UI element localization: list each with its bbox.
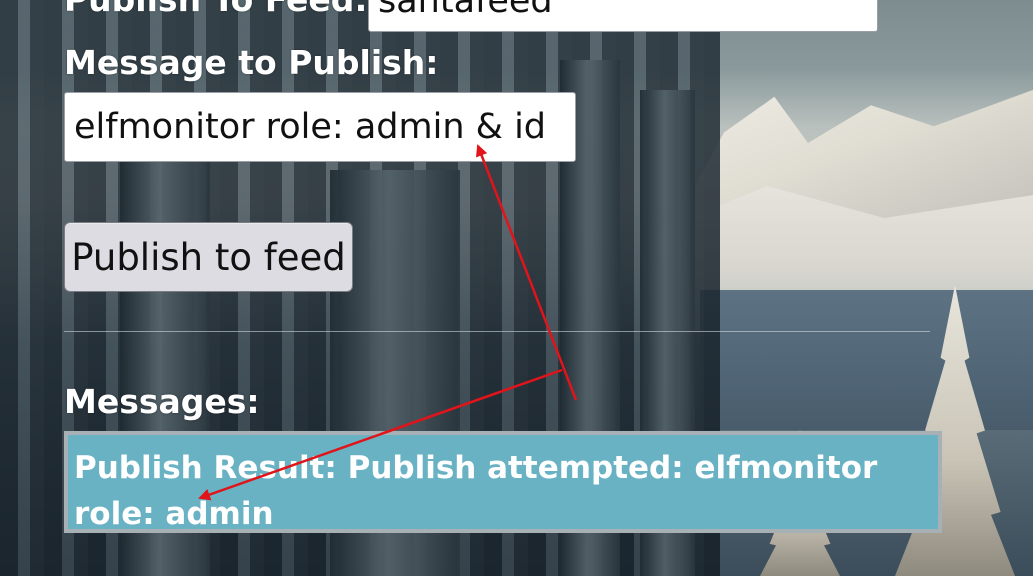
- feed-label: Publish To Feed:: [64, 0, 368, 19]
- message-label: Message to Publish:: [64, 43, 439, 82]
- feed-input[interactable]: santafeed: [368, 0, 878, 32]
- messages-label: Messages:: [64, 382, 260, 421]
- divider: [64, 331, 930, 332]
- publish-button[interactable]: Publish to feed: [64, 222, 353, 292]
- publish-result: Publish Result: Publish attempted: elfmo…: [64, 431, 942, 533]
- lake: [700, 290, 1033, 430]
- message-input[interactable]: elfmonitor role: admin & id: [64, 92, 576, 162]
